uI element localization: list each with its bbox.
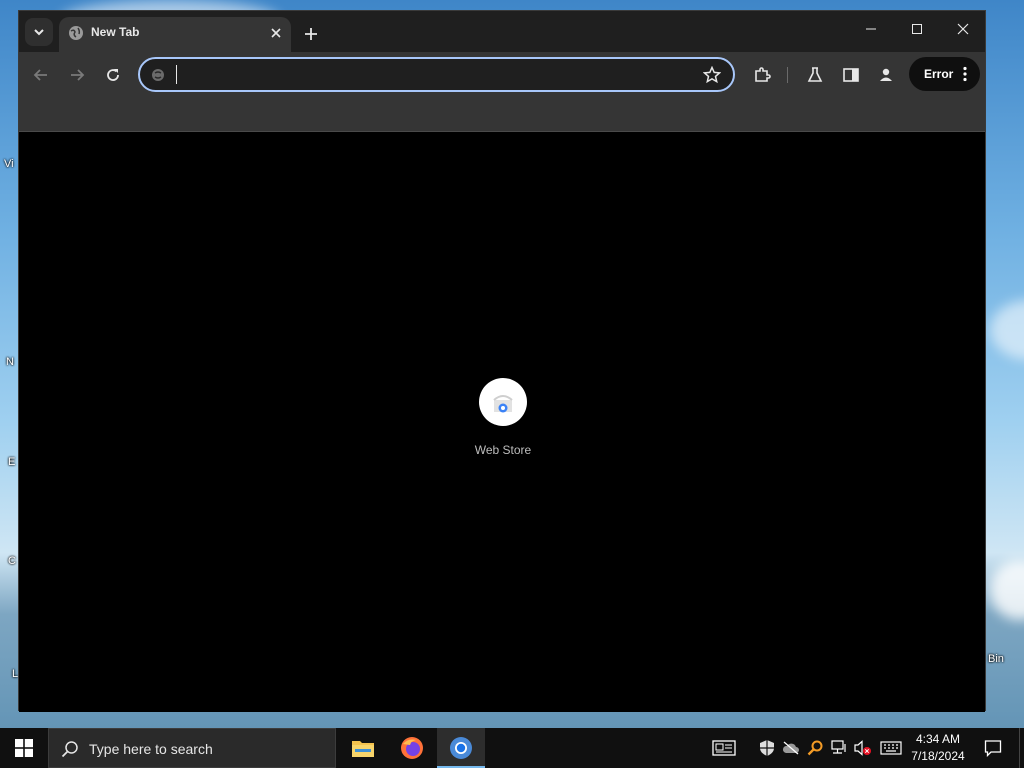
taskbar-firefox[interactable] bbox=[388, 728, 436, 768]
search-tray-button[interactable] bbox=[806, 739, 824, 757]
new-tab-page: Web Store bbox=[19, 132, 985, 712]
windows-logo-icon bbox=[15, 739, 33, 757]
security-tray-button[interactable] bbox=[758, 739, 776, 757]
search-placeholder: Type here to search bbox=[89, 741, 213, 757]
chrome-icon bbox=[450, 737, 472, 759]
tab-new-tab[interactable]: New Tab bbox=[59, 17, 291, 52]
maximize-icon bbox=[912, 24, 922, 34]
volume-muted-icon bbox=[854, 740, 871, 756]
globe-icon bbox=[69, 26, 83, 40]
minimize-icon bbox=[866, 28, 876, 30]
chevron-down-icon bbox=[34, 29, 44, 36]
keyboard-tray-button[interactable] bbox=[880, 739, 902, 757]
toolbar-separator bbox=[787, 67, 788, 83]
desktop-cloud bbox=[990, 300, 1024, 360]
address-bar[interactable] bbox=[138, 57, 735, 92]
maximize-button[interactable] bbox=[894, 11, 940, 47]
firefox-icon bbox=[401, 737, 423, 759]
taskbar: Type here to search 4:34 AM 7/18/2024 bbox=[0, 728, 1024, 768]
search-icon bbox=[61, 741, 78, 758]
keyboard-icon bbox=[880, 741, 902, 755]
shortcut-label: Web Store bbox=[474, 443, 532, 457]
shortcut-tile bbox=[479, 378, 527, 426]
side-panel-button[interactable] bbox=[840, 64, 862, 86]
bookmarks-bar bbox=[19, 98, 985, 132]
browser-window: New Tab Error Web Store bbox=[18, 10, 986, 712]
profile-error-chip[interactable]: Error bbox=[909, 57, 980, 91]
title-bar[interactable]: New Tab bbox=[19, 11, 985, 52]
close-icon bbox=[957, 23, 969, 35]
shield-icon bbox=[760, 740, 774, 756]
volume-tray-button[interactable] bbox=[854, 739, 872, 757]
arrow-right-icon bbox=[71, 69, 85, 81]
close-icon[interactable] bbox=[269, 26, 283, 40]
close-window-button[interactable] bbox=[940, 11, 986, 47]
magnifier-icon bbox=[807, 740, 823, 756]
desktop-icon-label[interactable]: E bbox=[8, 456, 15, 468]
chrome-web-store-icon bbox=[493, 395, 513, 413]
reload-button[interactable] bbox=[102, 64, 124, 86]
cloud-offline-icon bbox=[782, 741, 799, 755]
news-icon bbox=[712, 740, 736, 756]
tab-title: New Tab bbox=[91, 25, 140, 39]
forward-button[interactable] bbox=[66, 64, 88, 86]
taskbar-clock[interactable]: 4:34 AM 7/18/2024 bbox=[906, 731, 970, 765]
minimize-button[interactable] bbox=[848, 11, 894, 47]
arrow-left-icon bbox=[33, 69, 47, 81]
side-panel-icon bbox=[843, 68, 859, 82]
text-caret bbox=[176, 65, 177, 84]
address-input[interactable] bbox=[174, 64, 694, 86]
network-icon bbox=[831, 740, 846, 754]
recycle-bin-label[interactable]: Bin bbox=[988, 653, 1004, 665]
labs-button[interactable] bbox=[804, 64, 826, 86]
onedrive-tray-button[interactable] bbox=[782, 739, 800, 757]
extensions-button[interactable] bbox=[751, 64, 773, 86]
error-label: Error bbox=[924, 67, 954, 81]
desktop-cloud bbox=[990, 560, 1024, 620]
kebab-menu-icon[interactable] bbox=[962, 66, 968, 82]
profile-button[interactable] bbox=[875, 64, 897, 86]
start-button[interactable] bbox=[0, 728, 48, 768]
tab-search-button[interactable] bbox=[25, 18, 53, 46]
file-explorer-icon bbox=[352, 741, 374, 757]
show-desktop-button[interactable] bbox=[1019, 728, 1024, 768]
reload-icon bbox=[107, 69, 119, 81]
plus-icon bbox=[305, 28, 317, 40]
desktop-icon-label[interactable]: C bbox=[8, 555, 16, 567]
taskbar-search[interactable]: Type here to search bbox=[48, 728, 336, 768]
back-button[interactable] bbox=[30, 64, 52, 86]
network-tray-button[interactable] bbox=[830, 739, 848, 757]
new-tab-button[interactable] bbox=[299, 22, 323, 46]
puzzle-icon bbox=[755, 67, 771, 82]
taskbar-chrome[interactable] bbox=[437, 728, 485, 768]
notification-icon bbox=[984, 740, 1002, 757]
desktop-icon-label[interactable]: N bbox=[6, 356, 14, 368]
bookmark-star-icon[interactable] bbox=[703, 66, 721, 84]
shortcut-web-store[interactable]: Web Store bbox=[463, 378, 543, 468]
toolbar: Error bbox=[19, 52, 985, 98]
notification-center-button[interactable] bbox=[978, 728, 1008, 768]
news-widget-button[interactable] bbox=[712, 739, 736, 757]
search-engine-icon bbox=[152, 69, 164, 81]
flask-icon bbox=[807, 67, 823, 82]
clock-time: 4:34 AM bbox=[915, 732, 961, 746]
desktop-icon-label[interactable]: Vi bbox=[4, 158, 14, 170]
clock-date: 7/18/2024 bbox=[911, 749, 965, 763]
person-icon bbox=[880, 68, 892, 81]
taskbar-file-explorer[interactable] bbox=[339, 728, 387, 768]
